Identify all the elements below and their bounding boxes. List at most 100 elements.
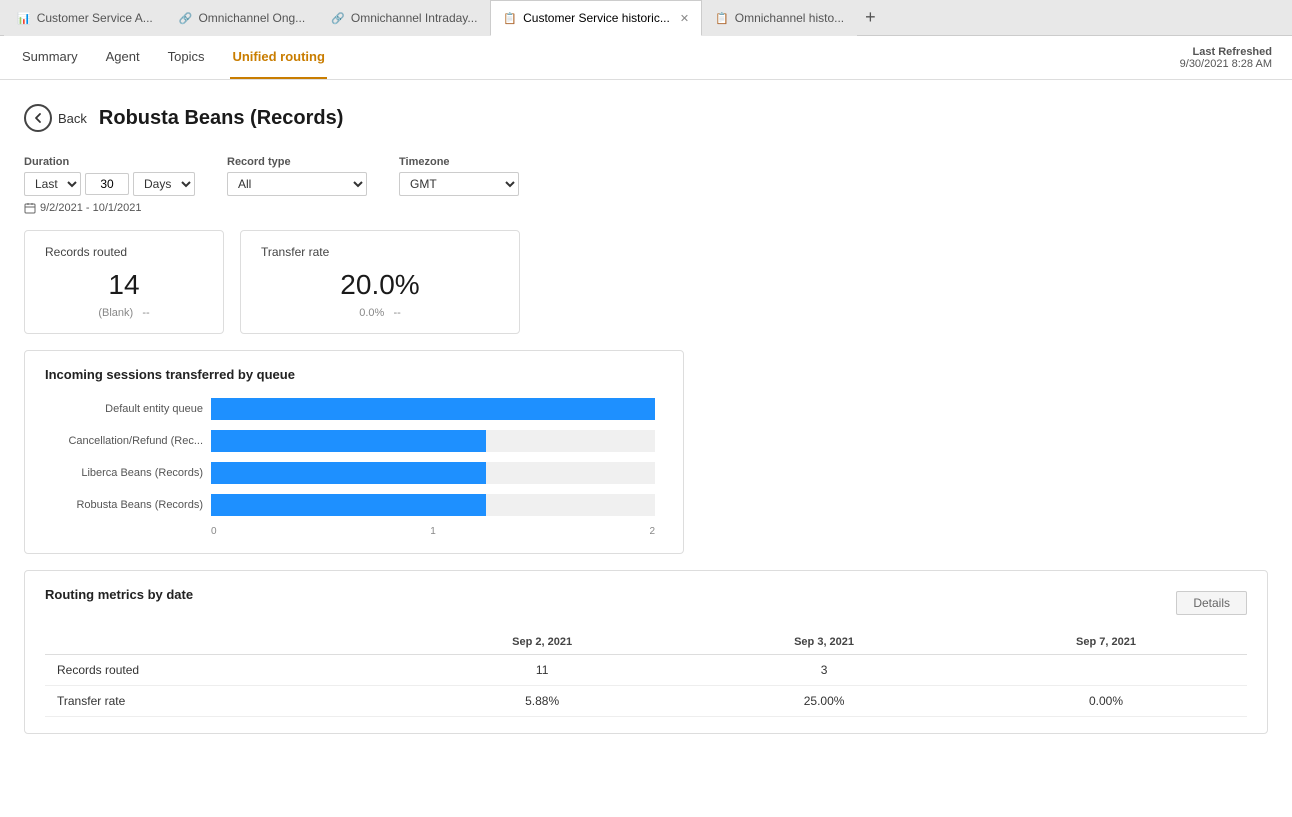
back-label: Back [58,111,87,126]
metric-records-routed: Records routed [45,655,401,686]
duration-unit-select[interactable]: Days [133,172,195,196]
bar-chart: Default entity queue Cancellation/Refund… [45,398,663,537]
table-section-header: Routing metrics by date Details [45,587,1247,618]
table-header-row: Sep 2, 2021 Sep 3, 2021 Sep 7, 2021 [45,630,1247,655]
tab-icon-2: 🔗 [179,12,193,25]
record-type-filter: Record type All [227,156,367,196]
bar-label-2: Cancellation/Refund (Rec... [53,435,203,447]
nav-tabs: Summary Agent Topics Unified routing [20,36,327,79]
details-button[interactable]: Details [1176,591,1247,615]
table-row: Transfer rate 5.88% 25.00% 0.00% [45,686,1247,717]
bar-row-1: Default entity queue [53,398,655,420]
bar-fill-3 [211,462,486,484]
tab-label-4: Customer Service historic... [523,11,670,25]
duration-number-input[interactable] [85,173,129,195]
metric-cards: Records routed 14 (Blank) -- Transfer ra… [24,230,1268,334]
col-header-sep2: Sep 2, 2021 [401,630,683,655]
duration-label: Duration [24,156,195,168]
back-arrow-icon [32,112,44,124]
tab-label-5: Omnichannel histo... [735,11,844,25]
tab-unified-routing[interactable]: Unified routing [230,36,326,79]
tab-agent[interactable]: Agent [104,36,142,79]
add-tab-button[interactable]: + [857,7,884,28]
records-routed-sub: (Blank) -- [45,307,203,319]
table-row: Records routed 11 3 [45,655,1247,686]
transfer-rate-sep2: 5.88% [401,686,683,717]
timezone-select[interactable]: GMT [399,172,519,196]
filters-row: Duration Last Days Record type All Timez… [24,156,1268,196]
tab-icon-3: 🔗 [331,12,345,25]
axis-label-2: 2 [649,526,655,537]
transfer-rate-sep3: 25.00% [683,686,965,717]
records-routed-sep7 [965,655,1247,686]
table-title: Routing metrics by date [45,587,193,602]
transfer-rate-title: Transfer rate [261,245,499,259]
col-header-sep7: Sep 7, 2021 [965,630,1247,655]
tab-label-3: Omnichannel Intraday... [351,11,478,25]
axis-label-1: 1 [430,526,436,537]
bar-track-4 [211,494,655,516]
back-circle [24,104,52,132]
timezone-filter: Timezone GMT [399,156,519,196]
bar-track-1 [211,398,655,420]
last-refreshed-label: Last Refreshed [1193,46,1272,58]
tab-label-1: Customer Service A... [37,11,153,25]
axis-label-0: 0 [211,526,217,537]
transfer-rate-card: Transfer rate 20.0% 0.0% -- [240,230,520,334]
tab-icon-4: 📋 [503,12,517,25]
records-routed-sep3: 3 [683,655,965,686]
date-range: 9/2/2021 - 10/1/2021 [24,202,1268,214]
bar-fill-4 [211,494,486,516]
date-range-value: 9/2/2021 - 10/1/2021 [40,202,142,214]
bar-fill-1 [211,398,655,420]
last-refreshed-value: 9/30/2021 8:28 AM [1180,58,1272,70]
metric-transfer-rate: Transfer rate [45,686,401,717]
transfer-rate-sep7: 0.00% [965,686,1247,717]
timezone-label: Timezone [399,156,519,168]
record-type-inputs: All [227,172,367,196]
records-routed-title: Records routed [45,245,203,259]
duration-filter: Duration Last Days [24,156,195,196]
tab-icon-1: 📊 [17,12,31,25]
transfer-rate-sub: 0.0% -- [261,307,499,319]
bar-axis: 0 1 2 [53,526,655,537]
tab-omnichannel-ong[interactable]: 🔗 Omnichannel Ong... [166,0,318,36]
chart-title: Incoming sessions transferred by queue [45,367,663,382]
page-title: Robusta Beans (Records) [99,107,344,130]
tab-omnichannel-histo[interactable]: 📋 Omnichannel histo... [702,0,857,36]
duration-inputs: Last Days [24,172,195,196]
bar-label-1: Default entity queue [53,403,203,415]
tab-close-4[interactable]: ✕ [680,12,689,25]
nav-bar: Summary Agent Topics Unified routing Las… [0,36,1292,80]
bar-track-2 [211,430,655,452]
bar-fill-2 [211,430,486,452]
calendar-icon [24,202,36,214]
col-header-metric [45,630,401,655]
records-routed-sep2: 11 [401,655,683,686]
tab-customer-service-a[interactable]: 📊 Customer Service A... [4,0,166,36]
bar-row-4: Robusta Beans (Records) [53,494,655,516]
chart-section: Incoming sessions transferred by queue D… [24,350,684,554]
page-header: Back Robusta Beans (Records) [24,104,1268,132]
bar-label-3: Liberca Beans (Records) [53,467,203,479]
record-type-select[interactable]: All [227,172,367,196]
bar-label-4: Robusta Beans (Records) [53,499,203,511]
tab-label-2: Omnichannel Ong... [198,11,305,25]
record-type-label: Record type [227,156,367,168]
tab-icon-5: 📋 [715,12,729,25]
routing-table-section: Routing metrics by date Details Sep 2, 2… [24,570,1268,734]
last-refreshed: Last Refreshed 9/30/2021 8:28 AM [1180,46,1272,70]
tab-customer-service-historic[interactable]: 📋 Customer Service historic... ✕ [490,0,702,36]
tab-topics[interactable]: Topics [166,36,207,79]
bar-row-2: Cancellation/Refund (Rec... [53,430,655,452]
back-button[interactable]: Back [24,104,87,132]
bar-row-3: Liberca Beans (Records) [53,462,655,484]
tab-omnichannel-intraday[interactable]: 🔗 Omnichannel Intraday... [318,0,490,36]
records-routed-value: 14 [45,269,203,301]
duration-preset-select[interactable]: Last [24,172,81,196]
routing-metrics-table: Sep 2, 2021 Sep 3, 2021 Sep 7, 2021 Reco… [45,630,1247,717]
col-header-sep3: Sep 3, 2021 [683,630,965,655]
timezone-inputs: GMT [399,172,519,196]
records-routed-card: Records routed 14 (Blank) -- [24,230,224,334]
tab-summary[interactable]: Summary [20,36,80,79]
